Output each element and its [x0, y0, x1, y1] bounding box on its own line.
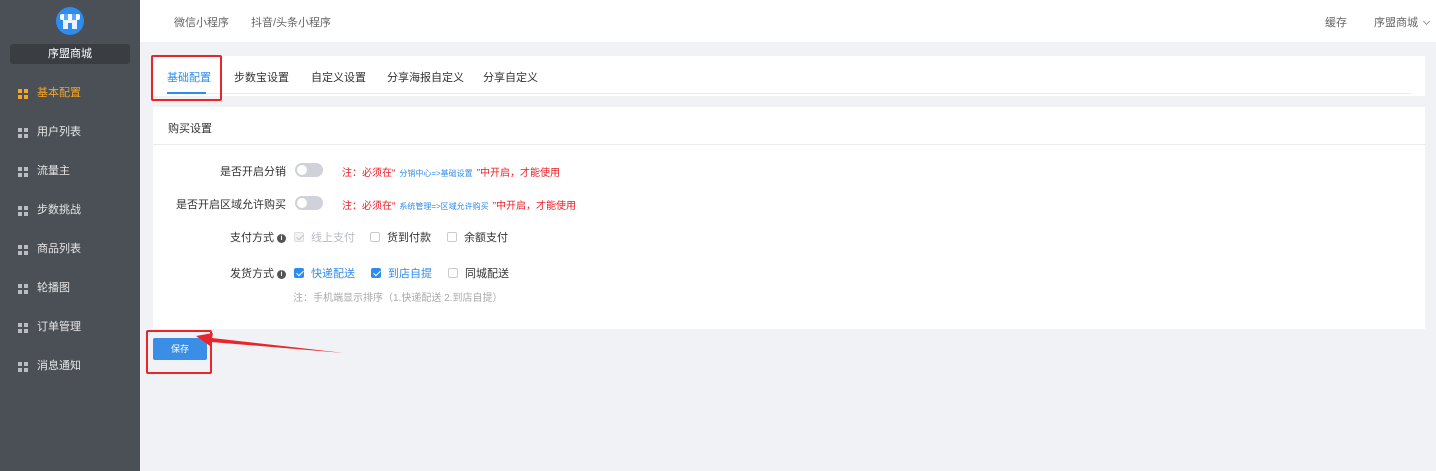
annotation-arrow-icon: [196, 333, 344, 353]
